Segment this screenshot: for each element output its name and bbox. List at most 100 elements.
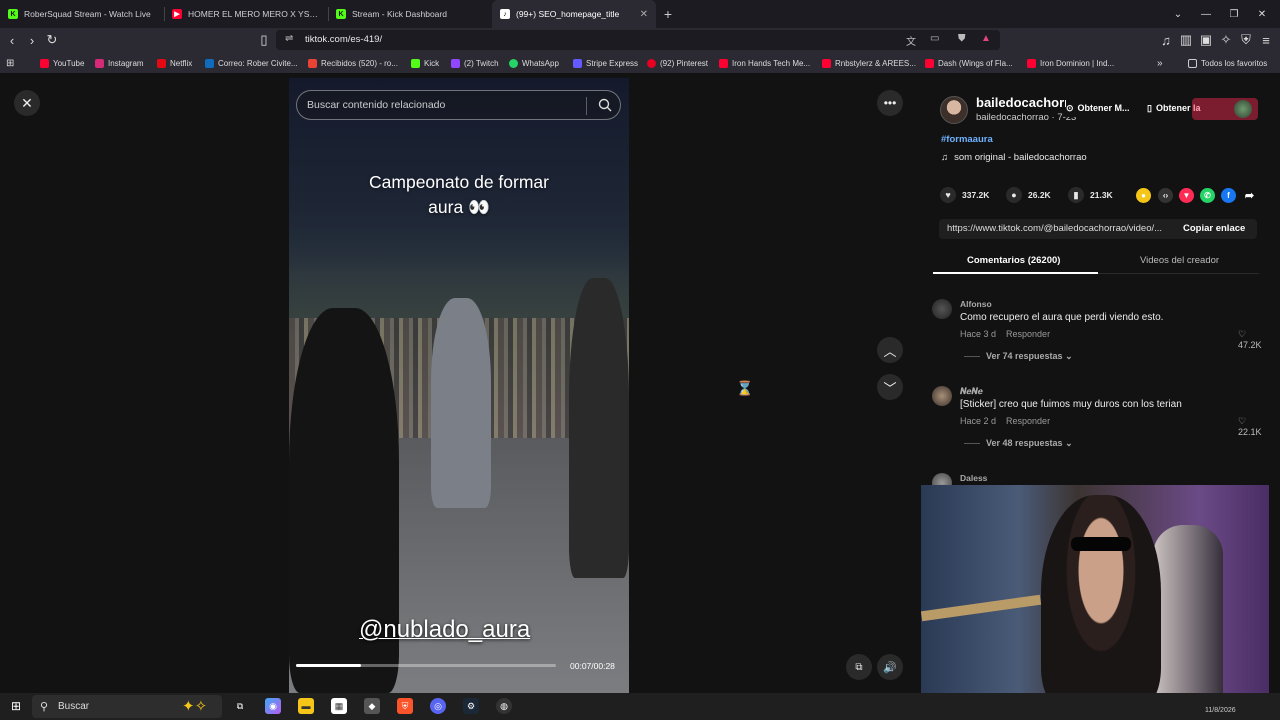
more-options-button[interactable]: ••• [877,90,903,116]
menu-icon[interactable]: ≡ [1258,32,1274,48]
bookmark-item[interactable]: Stripe Express [573,57,638,69]
apps-grid-icon[interactable]: ⊞ [6,57,14,69]
viewer-avatar[interactable] [1234,100,1252,118]
video-player[interactable]: Campeonato de formar aura 👀 @nublado_aur… [289,78,629,693]
copilot-icon[interactable]: ◉ [265,698,281,714]
music-icon[interactable]: ♫ [1158,32,1174,48]
video-link-field[interactable]: https://www.tiktok.com/@bailedocachorrao… [939,219,1257,239]
previous-video-button[interactable]: ︿ [877,337,903,363]
maximize-button[interactable]: ❐ [1220,0,1248,28]
bookmark-item[interactable]: Correo: Rober Civite... [205,57,298,69]
share-arrow-icon[interactable]: ➦ [1242,188,1257,203]
view-replies-button[interactable]: Ver 74 respuestas ⌄ [964,351,1073,362]
bookmark-item[interactable]: Dash (Wings of Fla... [925,57,1013,69]
related-search-input[interactable]: Buscar contenido relacionado [296,90,621,120]
minimize-button[interactable]: — [1192,0,1220,28]
like-stat[interactable]: ♥ 337.2K [940,187,989,203]
tab-list-icon[interactable]: ⌄ [1164,0,1192,28]
repost-icon[interactable]: ▼ [1179,188,1194,203]
facebook-share-icon[interactable]: f [1221,188,1236,203]
forward-button[interactable]: › [24,32,40,48]
picture-in-picture-icon[interactable]: ⧉ [846,654,872,680]
whatsapp-share-icon[interactable]: ✆ [1200,188,1215,203]
reload-button[interactable]: ↻ [44,32,60,48]
new-tab-button[interactable]: + [656,0,680,28]
panel-tabs: Comentarios (26200) Videos del creador [933,250,1259,274]
address-bar[interactable]: ⇌ tiktok.com/es-419/ 文 ▭ ⛊ ▲ [276,30,1000,50]
search-icon[interactable] [597,97,613,113]
browser-tab[interactable]: K RoberSquad Stream - Watch Live [0,0,164,28]
save-stat[interactable]: ▮ 21.3K [1068,187,1113,203]
kick-icon [411,58,420,68]
obs-icon[interactable]: ◍ [496,698,512,714]
windows-start-icon[interactable]: ⊞ [8,698,24,714]
store-icon[interactable]: ▦ [331,698,347,714]
translate-icon[interactable]: 文 [906,33,916,48]
bookmark-item[interactable]: Iron Hands Tech Me... [719,57,810,69]
creator-avatar[interactable] [940,96,968,124]
youtube-icon [1027,58,1036,68]
comment-username[interactable]: 𝑵𝒆𝑵𝒆 [960,386,983,397]
bookmark-item[interactable]: Rnbstylerz & AREES... [822,57,916,69]
volume-icon[interactable]: 🔊 [877,654,903,680]
task-view-icon[interactable]: ⧉ [232,698,248,714]
more-bookmarks-icon[interactable]: » [1157,57,1163,69]
bookmark-item[interactable]: Netflix [157,57,192,69]
bookmark-item[interactable]: YouTube [40,57,84,69]
video-progress-bar[interactable] [296,664,556,667]
video-hashtag[interactable]: #formaaura [941,134,993,145]
comment-text: [Sticker] creo que fuimos muy duros con … [960,399,1182,410]
all-bookmarks-folder[interactable]: Todos los favoritos [1188,57,1267,69]
ai-icon[interactable]: ✧ [1218,32,1234,48]
discord-icon[interactable]: ◎ [430,698,446,714]
wallet-icon[interactable]: ▣ [1198,32,1214,48]
video-sound[interactable]: ♫ som original - bailedocachorrao [941,152,1087,163]
site-info-icon[interactable]: ⇌ [285,33,293,44]
comment-like[interactable]: ♡ 22.1K [1238,416,1272,437]
brave-shield-icon[interactable]: ⛊ [958,33,966,44]
bookmark-item[interactable]: Instagram [95,57,144,69]
browser-tab[interactable]: ▶ HOMER EL MERO MERO X YSY A - D [164,0,328,28]
url-text: tiktok.com/es-419/ [305,34,383,45]
browser-tab-active[interactable]: ♪ (99+) SEO_homepage_title ✕ [492,0,656,28]
bookmark-item[interactable]: Iron Dominion | Ind... [1027,57,1114,69]
sidebar-icon[interactable]: ▥ [1178,32,1194,48]
view-replies-button[interactable]: Ver 48 respuestas ⌄ [964,438,1073,449]
brave-browser-icon[interactable]: ⛨ [397,698,413,714]
coin-icon[interactable]: ● [1136,188,1151,203]
vpn-icon[interactable]: ⛨ [1238,32,1254,48]
steam-icon[interactable]: ⚙ [463,698,479,714]
back-button[interactable]: ‹ [4,32,20,48]
comment-avatar[interactable] [932,386,952,406]
bookmark-page-icon[interactable]: ▯ [256,32,272,48]
cast-icon[interactable]: ▭ [930,33,939,44]
bookmark-item[interactable]: (92) Pinterest [647,57,708,69]
close-video-button[interactable]: ✕ [14,90,40,116]
tab-comments[interactable]: Comentarios (26200) [967,255,1060,266]
bookmark-item[interactable]: (2) Twitch [451,57,499,69]
embed-icon[interactable]: ‹› [1158,188,1173,203]
bookmark-item[interactable]: Kick [411,57,439,69]
bookmark-item[interactable]: WhatsApp [509,57,559,69]
close-tab-icon[interactable]: ✕ [640,9,648,20]
rewards-icon[interactable]: ▲ [981,33,991,44]
close-window-button[interactable]: ✕ [1248,0,1276,28]
reply-button[interactable]: Responder [1006,329,1050,339]
bookmark-item[interactable]: Recibidos (520) - ro... [308,57,398,69]
app-icon[interactable]: ◆ [364,698,380,714]
reply-button[interactable]: Responder [1006,416,1050,426]
copy-link-button[interactable]: Copiar enlace [1183,223,1245,234]
comment-stat[interactable]: ● 26.2K [1006,187,1051,203]
taskbar-search-input[interactable]: ⚲ Buscar ✦✧ [32,695,222,718]
comment-avatar[interactable] [932,299,952,319]
get-app-button[interactable]: ⊙ Obtener M... [1066,99,1134,117]
tab-creator-videos[interactable]: Videos del creador [1140,255,1219,266]
next-video-button[interactable]: ﹀ [877,374,903,400]
tiktok-icon: ♪ [500,9,510,19]
comment-username[interactable]: Daless [960,473,987,483]
navigation-bar: ‹ › ↻ ▯ ⇌ tiktok.com/es-419/ 文 ▭ ⛊ ▲ ♫ ▥… [0,28,1280,52]
comment-like[interactable]: ♡ 47.2K [1238,329,1272,350]
comment-username[interactable]: Alfonso [960,299,992,309]
browser-tab[interactable]: K Stream - Kick Dashboard [328,0,492,28]
file-explorer-icon[interactable]: ▬ [298,698,314,714]
